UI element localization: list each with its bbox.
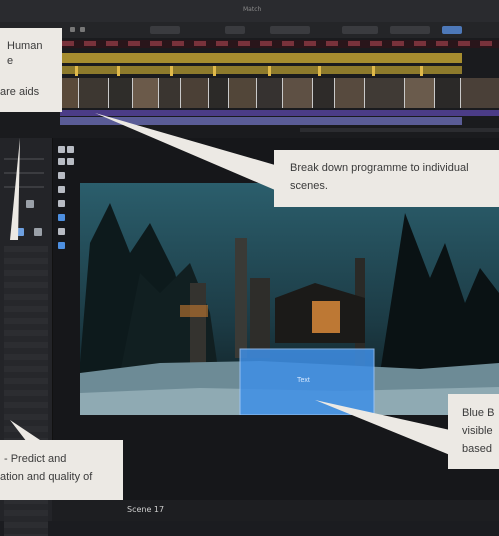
callout-text: ation and quality of (0, 471, 93, 483)
callout-text: are aids (0, 86, 40, 98)
callout-text: visible (462, 425, 493, 437)
scene-label: Scene 17 (127, 505, 165, 514)
callout-text: based (462, 443, 492, 455)
callout-text: Break down programme to individual (290, 162, 469, 174)
callout-text: scenes. (290, 180, 328, 192)
callout-bottom-left: - Predict and ation and quality of (0, 440, 123, 500)
callout-text: Human (7, 40, 43, 52)
callout-text: - Predict and (4, 453, 67, 465)
callout-text: e (7, 55, 14, 67)
callout-center-right: Break down programme to individual scene… (274, 150, 499, 207)
callout-top-left: Human e are aids (0, 28, 62, 112)
callout-bottom-right: Blue B visible based (448, 394, 499, 469)
callout-text: Blue B (462, 407, 495, 419)
